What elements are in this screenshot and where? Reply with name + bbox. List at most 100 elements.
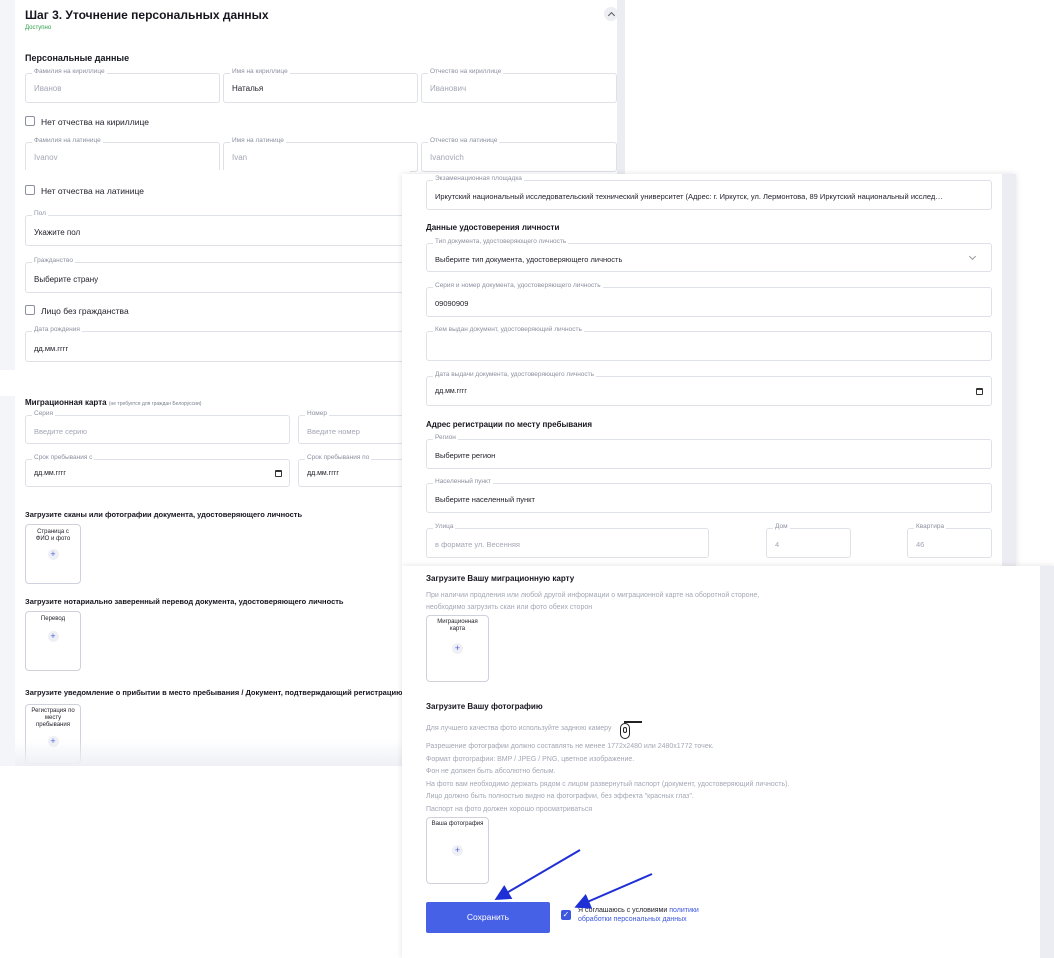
locality-select[interactable]: Населенный пункт Выберите населенный пун… — [426, 478, 992, 513]
house-input[interactable]: Дом 4 — [766, 523, 851, 558]
birthdate-field[interactable]: Дата рождения дд.мм.гггг — [25, 326, 410, 362]
hint-text: На фото вам необходимо держать рядом с л… — [426, 780, 790, 788]
stateless-checkbox[interactable] — [25, 305, 35, 315]
issue-date-field[interactable]: Дата выдачи документа, удостоверяющего л… — [426, 371, 992, 406]
plus-icon: + — [47, 549, 59, 560]
field-label: Имя на латинице — [230, 137, 286, 144]
apartment-input[interactable]: Квартира 46 — [907, 523, 992, 558]
field-value: Укажите пол — [34, 228, 81, 237]
field-label: Дом — [773, 523, 790, 530]
hint-text: Фон не должен быть абсолютно белым. — [426, 768, 556, 775]
checkbox-label: Лицо без гражданства — [41, 306, 129, 316]
translation-upload-tile[interactable]: Перевод + — [25, 611, 81, 671]
field-label: Экзаменационная площадка — [433, 175, 524, 182]
field-value: Выберите регион — [435, 451, 496, 460]
chevron-down-icon — [968, 252, 977, 261]
field-label: Фамилия на латинице — [32, 137, 103, 144]
hint-text: Формат фотографии: BMP / JPEG / PNG, цве… — [426, 755, 635, 763]
scroll-fade — [15, 740, 410, 766]
collapse-button[interactable] — [604, 7, 618, 21]
migration-series-input[interactable]: Серия Введите серию — [25, 410, 290, 444]
field-label: Кем выдан документ, удостоверяющий лично… — [433, 326, 584, 333]
consent-label: Я соглашаюсь с условиями политики обрабо… — [578, 906, 699, 924]
no-patronymic-lat-checkbox[interactable] — [25, 185, 35, 195]
scans-heading: Загрузите сканы или фотографии документа… — [25, 510, 303, 519]
calendar-icon[interactable] — [275, 470, 282, 477]
migration-card-upload-tile[interactable]: Миграционная карта + — [426, 615, 489, 682]
save-button[interactable]: Сохранить — [426, 902, 550, 933]
arrival-heading: Загрузите уведомление о прибытии в место… — [25, 688, 410, 697]
field-label: Дата рождения — [32, 326, 82, 333]
section-heading: Данные удостоверения личности — [426, 223, 560, 232]
migration-panel: Миграционная карта (не требуется для гра… — [15, 396, 410, 766]
upload-label: Перевод — [40, 616, 66, 622]
field-value: Иванов — [34, 84, 62, 93]
field-placeholder: в формате ул. Весенняя — [435, 540, 520, 549]
privacy-policy-link[interactable]: обработки персональных данных — [578, 916, 687, 923]
field-value: дд.мм.гггг — [34, 344, 69, 353]
scan-upload-tile[interactable]: Страница с ФИО и фото + — [25, 524, 81, 584]
stay-to-field[interactable]: Срок пребывания по дд.мм.гггг — [298, 454, 410, 487]
field-value: дд.мм.гггг — [34, 470, 66, 477]
doc-number-input[interactable]: Серия и номер документа, удостоверяющего… — [426, 282, 992, 317]
firstname-lat-field[interactable]: Имя на латинице Ivan — [223, 137, 418, 172]
field-value: Выберите страну — [34, 275, 99, 284]
upload-label: Ваша фотография — [431, 821, 484, 827]
field-value: Выберите тип документа, удостоверяющего … — [435, 255, 623, 264]
upload-label: Страница с ФИО и фото — [35, 529, 71, 542]
privacy-policy-link[interactable]: политики — [669, 907, 699, 914]
street-input[interactable]: Улица в формате ул. Весенняя — [426, 523, 709, 558]
field-label: Квартира — [914, 523, 947, 530]
chevron-up-icon — [607, 11, 615, 19]
calendar-icon[interactable] — [976, 388, 983, 395]
region-select[interactable]: Регион Выберите регион — [426, 434, 992, 469]
field-value: Ivan — [232, 153, 248, 162]
scroll-edge — [1040, 566, 1054, 958]
consent-checkbox[interactable]: ✓ — [561, 910, 571, 920]
hint-text: необходимо загрузить скан или фото обеих… — [426, 604, 593, 611]
migration-note: (не требуется для граждан Белоруссии) — [108, 401, 202, 407]
field-placeholder: Введите серию — [34, 427, 87, 436]
checkbox-label: Нет отчества на кириллице — [41, 117, 149, 127]
field-value: Иркутский национальный исследовательский… — [435, 192, 943, 201]
step-title: Шаг 3. Уточнение персональных данных — [25, 8, 269, 22]
field-label: Гражданство — [32, 257, 75, 264]
patronymic-lat-field[interactable]: Отчество на латинице Ivanovich — [421, 137, 617, 172]
hint-text: Разрешение фотографии должно составлять … — [426, 743, 714, 750]
field-label: Пол — [32, 210, 48, 217]
no-patronymic-cyr-checkbox[interactable] — [25, 116, 35, 126]
field-value: дд.мм.гггг — [435, 388, 467, 395]
gender-select[interactable]: Пол Укажите пол — [25, 210, 410, 246]
plus-icon: + — [452, 643, 463, 654]
exam-place-select[interactable]: Экзаменационная площадка Иркутский нацио… — [426, 175, 992, 210]
firstname-cyr-field[interactable]: Имя на кириллице Наталья — [223, 68, 418, 103]
photo-upload-tile[interactable]: Ваша фотография + — [426, 817, 489, 884]
field-label: Отчество на латинице — [428, 137, 500, 144]
field-label: Дата выдачи документа, удостоверяющего л… — [433, 371, 597, 378]
patronymic-cyr-field[interactable]: Отчество на кириллице Иванович — [421, 68, 617, 103]
field-label: Фамилия на кириллице — [32, 68, 107, 75]
checkbox-label: Нет отчества на латинице — [41, 186, 144, 196]
background-strip — [0, 396, 15, 766]
citizenship-select[interactable]: Гражданство Выберите страну — [25, 257, 410, 293]
section-heading: Миграционная карта (не требуется для гра… — [25, 398, 201, 407]
checkmark-icon: ✓ — [562, 910, 570, 919]
field-label: Срок пребывания с — [32, 454, 95, 461]
issued-by-input[interactable]: Кем выдан документ, удостоверяющий лично… — [426, 326, 992, 361]
lastname-lat-field[interactable]: Фамилия на латинице Ivanov — [25, 137, 220, 172]
field-value: Наталья — [232, 84, 264, 93]
field-label: Тип документа, удостоверяющего личность — [433, 238, 569, 245]
section-heading: Персональные данные — [25, 53, 130, 63]
hint-text: Для лучшего качества фото используйте за… — [426, 725, 612, 732]
doc-type-select[interactable]: Тип документа, удостоверяющего личность … — [426, 238, 992, 272]
migration-heading: Миграционная карта — [25, 398, 107, 407]
field-value: Выберите населенный пункт — [435, 495, 535, 504]
migration-number-input[interactable]: Номер Введите номер — [298, 410, 410, 444]
field-label: Улица — [433, 523, 456, 530]
personal-details-panel: Нет отчества на латинице Пол Укажите пол… — [15, 170, 410, 370]
field-label: Имя на кириллице — [230, 68, 290, 75]
background-strip — [0, 0, 15, 370]
stay-from-field[interactable]: Срок пребывания с дд.мм.гггг — [25, 454, 290, 487]
lastname-cyr-field[interactable]: Фамилия на кириллице Иванов — [25, 68, 220, 103]
field-value: Ivanovich — [430, 153, 464, 162]
